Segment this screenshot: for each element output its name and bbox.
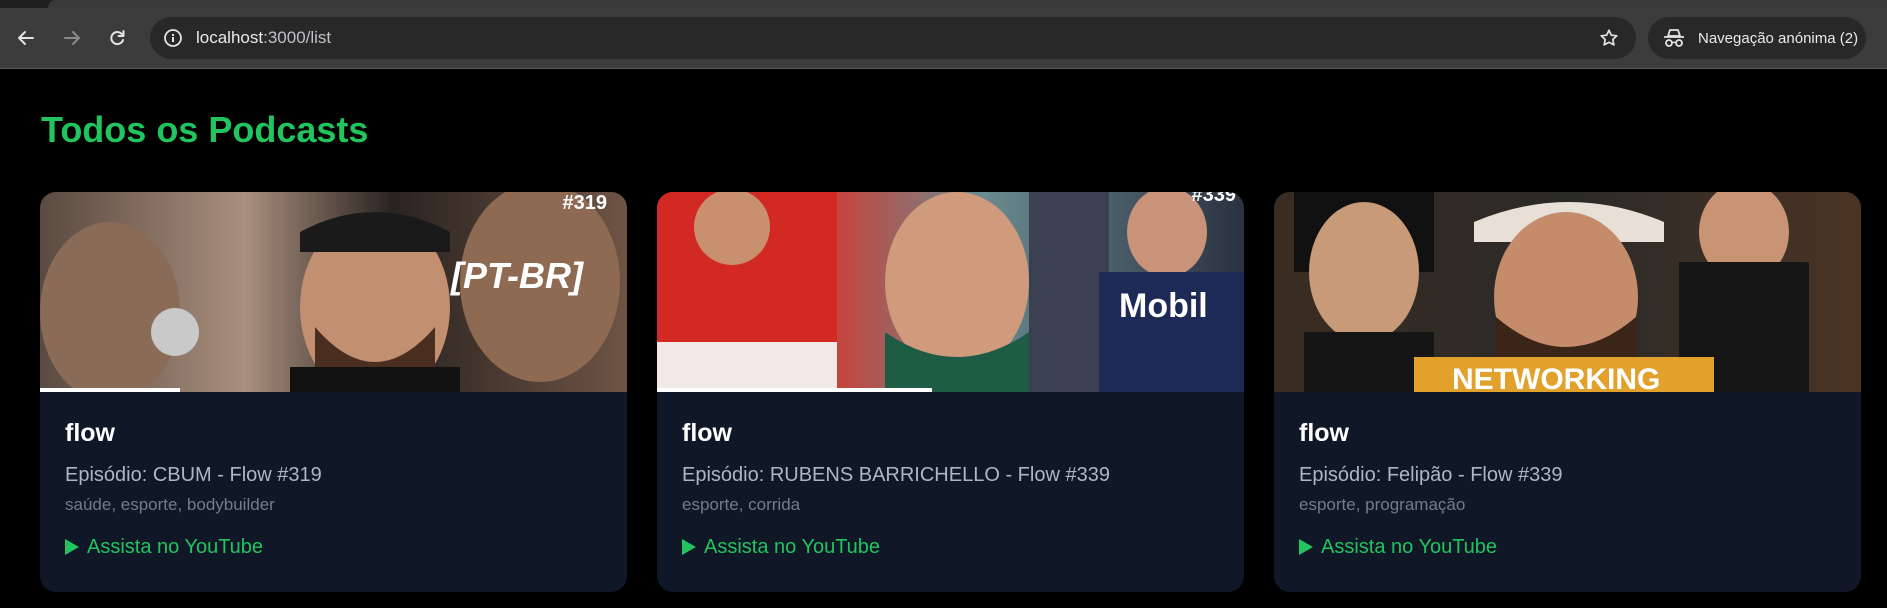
browser-toolbar: localhost:3000/list Navegação anónima (2… (0, 8, 1887, 69)
episode-tags: esporte, programação (1299, 495, 1466, 514)
info-icon[interactable] (162, 27, 184, 49)
watch-on-youtube-link[interactable]: Assista no YouTube (682, 535, 880, 559)
link-label: Assista no YouTube (87, 536, 264, 558)
tab-strip (0, 0, 1887, 8)
play-icon (65, 539, 79, 555)
reload-button[interactable] (101, 22, 133, 54)
channel-name: flow (682, 419, 732, 447)
podcast-card: #339 Mobil flow Episódio: RUBENS BARRICH… (657, 192, 1244, 592)
play-icon (682, 539, 696, 555)
url-path: :3000/list (263, 28, 332, 47)
incognito-icon (1662, 27, 1686, 49)
thumbnail-badge: #319 (562, 192, 608, 214)
incognito-label: Navegação anónima (2) (1698, 29, 1859, 47)
arrow-right-icon (64, 31, 80, 45)
thumbnail-text: Mobil (1119, 287, 1208, 325)
episode-title: Episódio: CBUM - Flow #319 (65, 464, 322, 486)
thumbnail-text: [PT-BR] (451, 255, 583, 296)
arrow-left-icon (18, 31, 34, 45)
play-icon (1299, 539, 1313, 555)
podcast-card: NETWORKING flow Episódio: Felipão - Flow… (1274, 192, 1861, 592)
thumbnail-text: NETWORKING (1452, 363, 1661, 392)
channel-name: flow (1299, 419, 1349, 447)
incognito-indicator[interactable]: Navegação anónima (2) (1648, 17, 1866, 59)
podcast-thumbnail[interactable]: #339 Mobil (657, 192, 1244, 392)
link-label: Assista no YouTube (704, 536, 881, 558)
watch-on-youtube-link[interactable]: Assista no YouTube (1299, 535, 1497, 559)
podcast-thumbnail[interactable]: #319 [PT-BR] (40, 192, 627, 392)
reload-icon (110, 30, 125, 46)
thumbnail-accent-bar (40, 388, 180, 392)
forward-button[interactable] (56, 22, 88, 54)
link-label: Assista no YouTube (1321, 536, 1498, 558)
thumbnail-badge: #339 (1191, 192, 1237, 206)
channel-name: flow (65, 419, 115, 447)
back-button[interactable] (10, 22, 42, 54)
podcast-card: #319 [PT-BR] flow Episódio: CBUM - Flow … (40, 192, 627, 592)
watch-on-youtube-link[interactable]: Assista no YouTube (65, 535, 263, 559)
episode-tags: esporte, corrida (682, 495, 801, 514)
episode-title: Episódio: RUBENS BARRICHELLO - Flow #339 (682, 464, 1110, 486)
url-text[interactable]: localhost:3000/list (196, 28, 331, 48)
address-bar[interactable]: localhost:3000/list (150, 17, 1636, 59)
thumbnail-accent-bar (657, 388, 932, 392)
podcast-thumbnail[interactable]: NETWORKING (1274, 192, 1861, 392)
episode-title: Episódio: Felipão - Flow #339 (1299, 464, 1563, 486)
episode-tags: saúde, esporte, bodybuilder (65, 495, 275, 514)
star-icon[interactable] (1598, 27, 1620, 49)
active-tab-edge[interactable] (48, 0, 1887, 8)
page-title: Todos os Podcasts (41, 109, 369, 150)
url-host: localhost (196, 28, 264, 47)
